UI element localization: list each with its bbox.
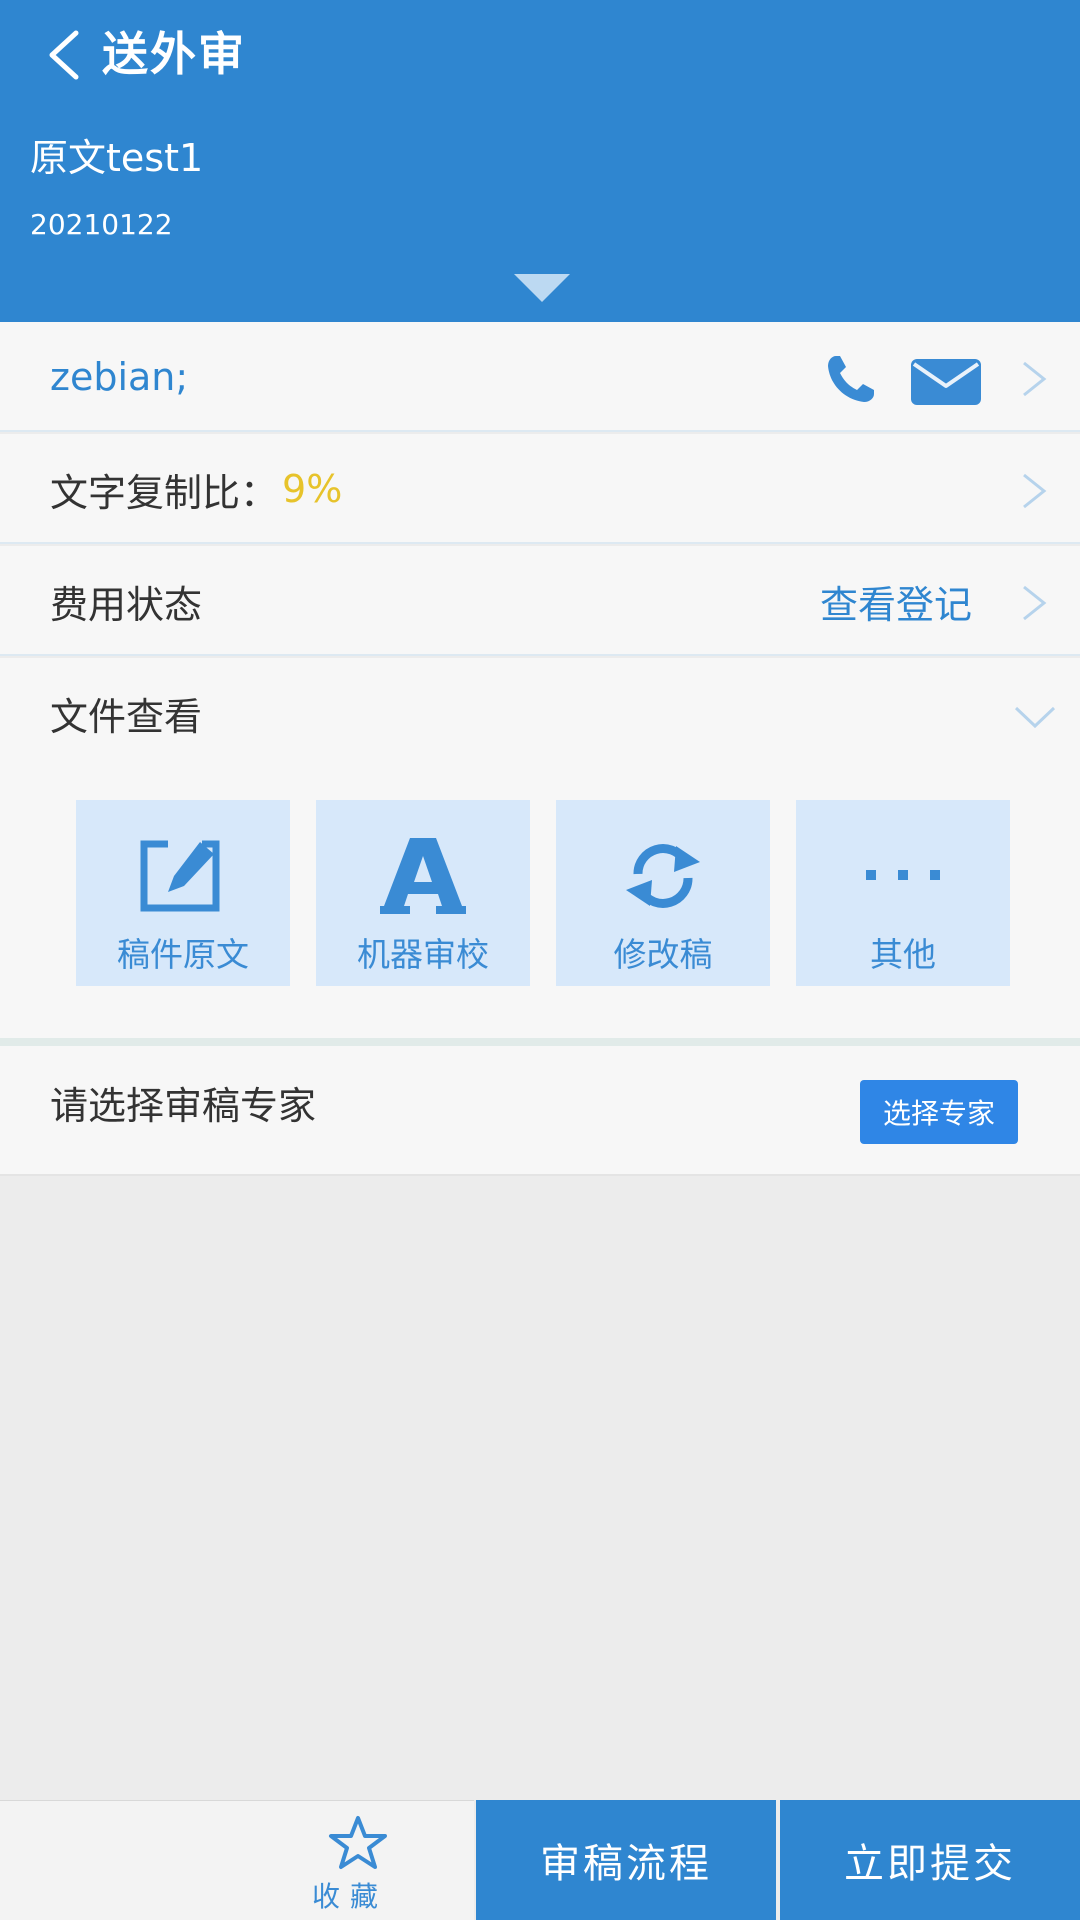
mail-icon[interactable] [910, 358, 982, 406]
page: 送外审 原文test1 20210122 zebian; 文字复制比： 9% 费用… [0, 0, 1080, 1920]
divider [0, 1038, 1080, 1046]
file-original-button[interactable]: 稿件原文 [76, 800, 290, 986]
copy-ratio-label: 文字复制比： 9% [50, 434, 342, 544]
back-button[interactable] [34, 20, 94, 90]
revision-label: 修改稿 [613, 935, 713, 974]
contact-row[interactable]: zebian; [0, 322, 1080, 432]
view-registration-link[interactable]: 查看登记 [820, 546, 972, 656]
file-view-label: 文件查看 [50, 694, 203, 739]
expert-label: 请选择审稿专家 [50, 1083, 317, 1128]
chevron-down-icon[interactable] [1012, 702, 1058, 732]
triangle-down-icon[interactable] [514, 274, 570, 304]
edit-icon [138, 836, 228, 916]
fee-status-label: 费用状态 [50, 582, 203, 627]
chevron-right-icon [1023, 585, 1047, 621]
star-icon [329, 1816, 387, 1869]
fee-status-row[interactable]: 费用状态 查看登记 [0, 546, 1080, 656]
submit-button[interactable]: 立即提交 [780, 1800, 1080, 1920]
copy-ratio-row[interactable]: 文字复制比： 9% [0, 434, 1080, 544]
header: 送外审 原文test1 20210122 [0, 0, 1080, 322]
document-title: 原文test1 [30, 136, 204, 180]
machine-review-label: 机器审校 [357, 935, 489, 974]
file-view-section: 文件查看 稿件原文 机器审校 修改稿 其他 [0, 658, 1080, 1038]
review-flow-button[interactable]: 审稿流程 [476, 1800, 776, 1920]
phone-icon[interactable] [822, 350, 880, 408]
favorite-label: 收藏 [312, 1880, 389, 1913]
other-files-label: 其他 [870, 935, 936, 974]
letter-a-icon [378, 836, 468, 916]
machine-review-button[interactable]: 机器审校 [316, 800, 530, 986]
expert-row: 请选择审稿专家 选择专家 [0, 1046, 1080, 1176]
favorite-button[interactable]: 收藏 [0, 1800, 474, 1920]
chevron-right-icon [1023, 361, 1047, 397]
chevron-left-icon [49, 30, 79, 80]
more-icon [858, 836, 948, 916]
other-files-button[interactable]: 其他 [796, 800, 1010, 986]
choose-expert-button[interactable]: 选择专家 [860, 1080, 1018, 1144]
bottom-bar: 收藏 审稿流程 立即提交 [0, 1800, 1080, 1920]
revision-button[interactable]: 修改稿 [556, 800, 770, 986]
file-original-label: 稿件原文 [117, 935, 249, 974]
document-date: 20210122 [30, 208, 173, 241]
copy-ratio-value: 9% [282, 467, 343, 511]
chevron-right-icon [1023, 473, 1047, 509]
contact-name: zebian; [50, 355, 189, 399]
refresh-icon [618, 836, 708, 916]
copy-ratio-text: 文字复制比： [50, 470, 279, 515]
page-title: 送外审 [102, 27, 246, 81]
